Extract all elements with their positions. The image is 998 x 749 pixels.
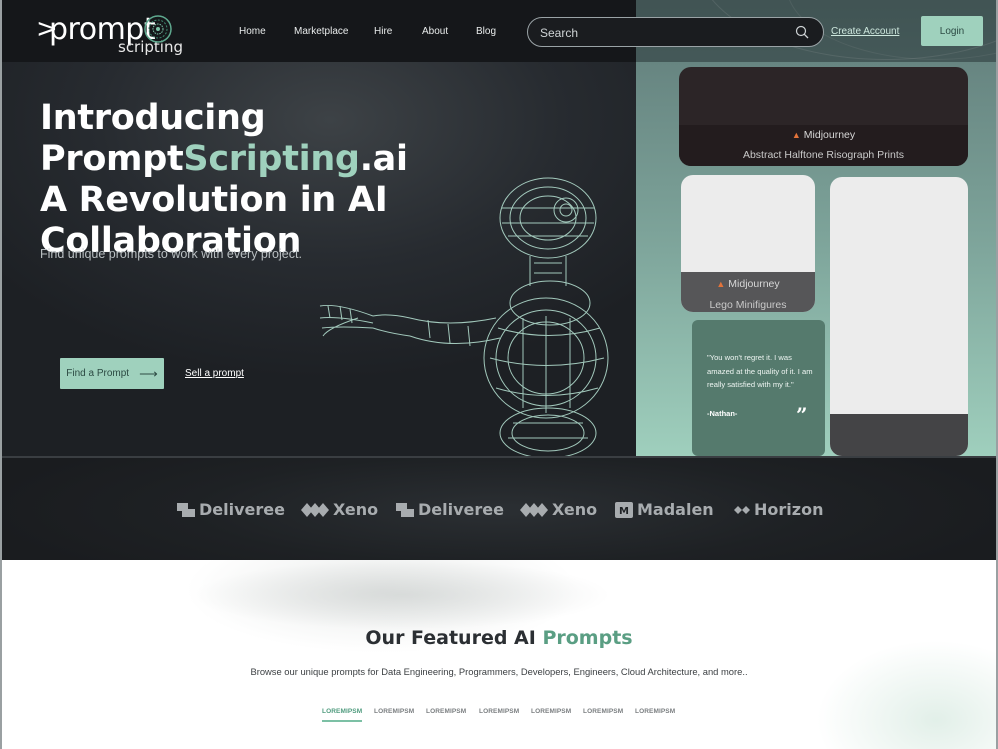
card-caption-bar xyxy=(830,414,968,456)
featured-subtitle: Browse our unique prompts for Data Engin… xyxy=(250,666,748,677)
testimonial-card: "You won't regret it. I was amazed at th… xyxy=(692,320,825,456)
card-title: Lego Minifigures xyxy=(709,299,787,311)
fire-icon: ▲ xyxy=(791,130,801,140)
card-title: Abstract Halftone Risograph Prints xyxy=(742,149,905,161)
brand-horizon: Horizon xyxy=(734,500,823,519)
testimonial-author: -Nathan- xyxy=(707,409,738,418)
create-account-link[interactable]: Create Account xyxy=(831,26,899,37)
card-model-label: Midjourney xyxy=(803,129,856,141)
fire-icon: ▲ xyxy=(716,279,726,289)
brand-madalen: M Madalen xyxy=(615,500,714,519)
deliveree-logo-icon xyxy=(177,502,195,517)
tab-category[interactable]: LOREMIPSM xyxy=(322,708,363,722)
brand-name: Xeno xyxy=(552,500,598,519)
tab-category[interactable]: LOREMIPSM xyxy=(479,708,519,715)
featured-title: Our Featured AI Prompts xyxy=(2,627,996,649)
search-input[interactable] xyxy=(540,24,780,42)
brand-name: Horizon xyxy=(754,500,824,519)
sell-prompt-link[interactable]: Sell a prompt xyxy=(185,368,244,379)
horizon-logo-icon xyxy=(734,505,750,514)
featured-title-accent: Prompts xyxy=(542,627,633,649)
card-model: ▲ Midjourney xyxy=(681,278,815,290)
quote-icon: ” xyxy=(796,403,808,427)
find-prompt-button[interactable]: Find a Prompt ⟶ xyxy=(60,358,164,389)
featured-title-part1: Our Featured AI xyxy=(365,627,536,649)
prompt-card-lego[interactable]: ▲ Midjourney Lego Minifigures xyxy=(681,175,815,312)
nav-hire[interactable]: Hire xyxy=(374,26,392,37)
brand-name: Deliveree xyxy=(418,500,504,519)
site-logo[interactable]: > prompt scripting xyxy=(36,12,186,56)
brand-name: Xeno xyxy=(333,500,379,519)
card-model: ▲ Midjourney xyxy=(679,129,968,141)
find-prompt-label: Find a Prompt xyxy=(66,368,130,379)
brand-name: Deliveree xyxy=(199,500,285,519)
globe-logo-icon xyxy=(144,15,172,43)
brand-deliveree: Deliveree xyxy=(177,500,285,519)
hero-section: > prompt scripting Home Marketplace Hire… xyxy=(0,0,998,458)
nav-home[interactable]: Home xyxy=(239,26,266,37)
arrow-right-icon: ⟶ xyxy=(139,365,158,381)
nav-blog[interactable]: Blog xyxy=(476,26,496,37)
nav-about[interactable]: About xyxy=(422,26,448,37)
deliveree-logo-icon xyxy=(396,502,414,517)
brand-deliveree: Deliveree xyxy=(396,500,504,519)
svg-text:M: M xyxy=(619,506,629,517)
nav-marketplace[interactable]: Marketplace xyxy=(294,26,348,37)
brand-xeno: Xeno xyxy=(520,500,597,519)
brand-logos-strip: Deliveree Xeno Deliveree Xeno M Madalen … xyxy=(0,456,998,560)
tab-category[interactable]: LOREMIPSM xyxy=(583,708,623,715)
brand-name: Madalen xyxy=(637,500,714,519)
prompt-card-halftone[interactable]: ▲ Midjourney Abstract Halftone Risograph … xyxy=(679,67,968,166)
tab-category[interactable]: LOREMIPSM xyxy=(426,708,466,715)
hero-subtitle: Find unique prompts to work with every p… xyxy=(40,247,302,261)
xeno-logo-icon xyxy=(520,502,548,517)
testimonial-quote: "You won't regret it. I was amazed at th… xyxy=(707,353,813,389)
tab-category[interactable]: LOREMIPSM xyxy=(374,708,414,715)
tab-category[interactable]: LOREMIPSM xyxy=(635,708,675,715)
card-model-label: Midjourney xyxy=(728,278,780,290)
search-box xyxy=(527,17,824,47)
search-icon[interactable] xyxy=(795,25,809,39)
brand-xeno: Xeno xyxy=(301,500,378,519)
login-button[interactable]: Login xyxy=(921,16,983,46)
robot-illustration xyxy=(319,177,609,458)
madalen-logo-icon: M xyxy=(615,501,633,518)
xeno-logo-icon xyxy=(301,502,329,517)
prompt-card-tall[interactable] xyxy=(830,177,968,456)
featured-prompts-section: Our Featured AI Prompts Browse our uniqu… xyxy=(2,560,996,749)
tab-category[interactable]: LOREMIPSM xyxy=(531,708,571,715)
